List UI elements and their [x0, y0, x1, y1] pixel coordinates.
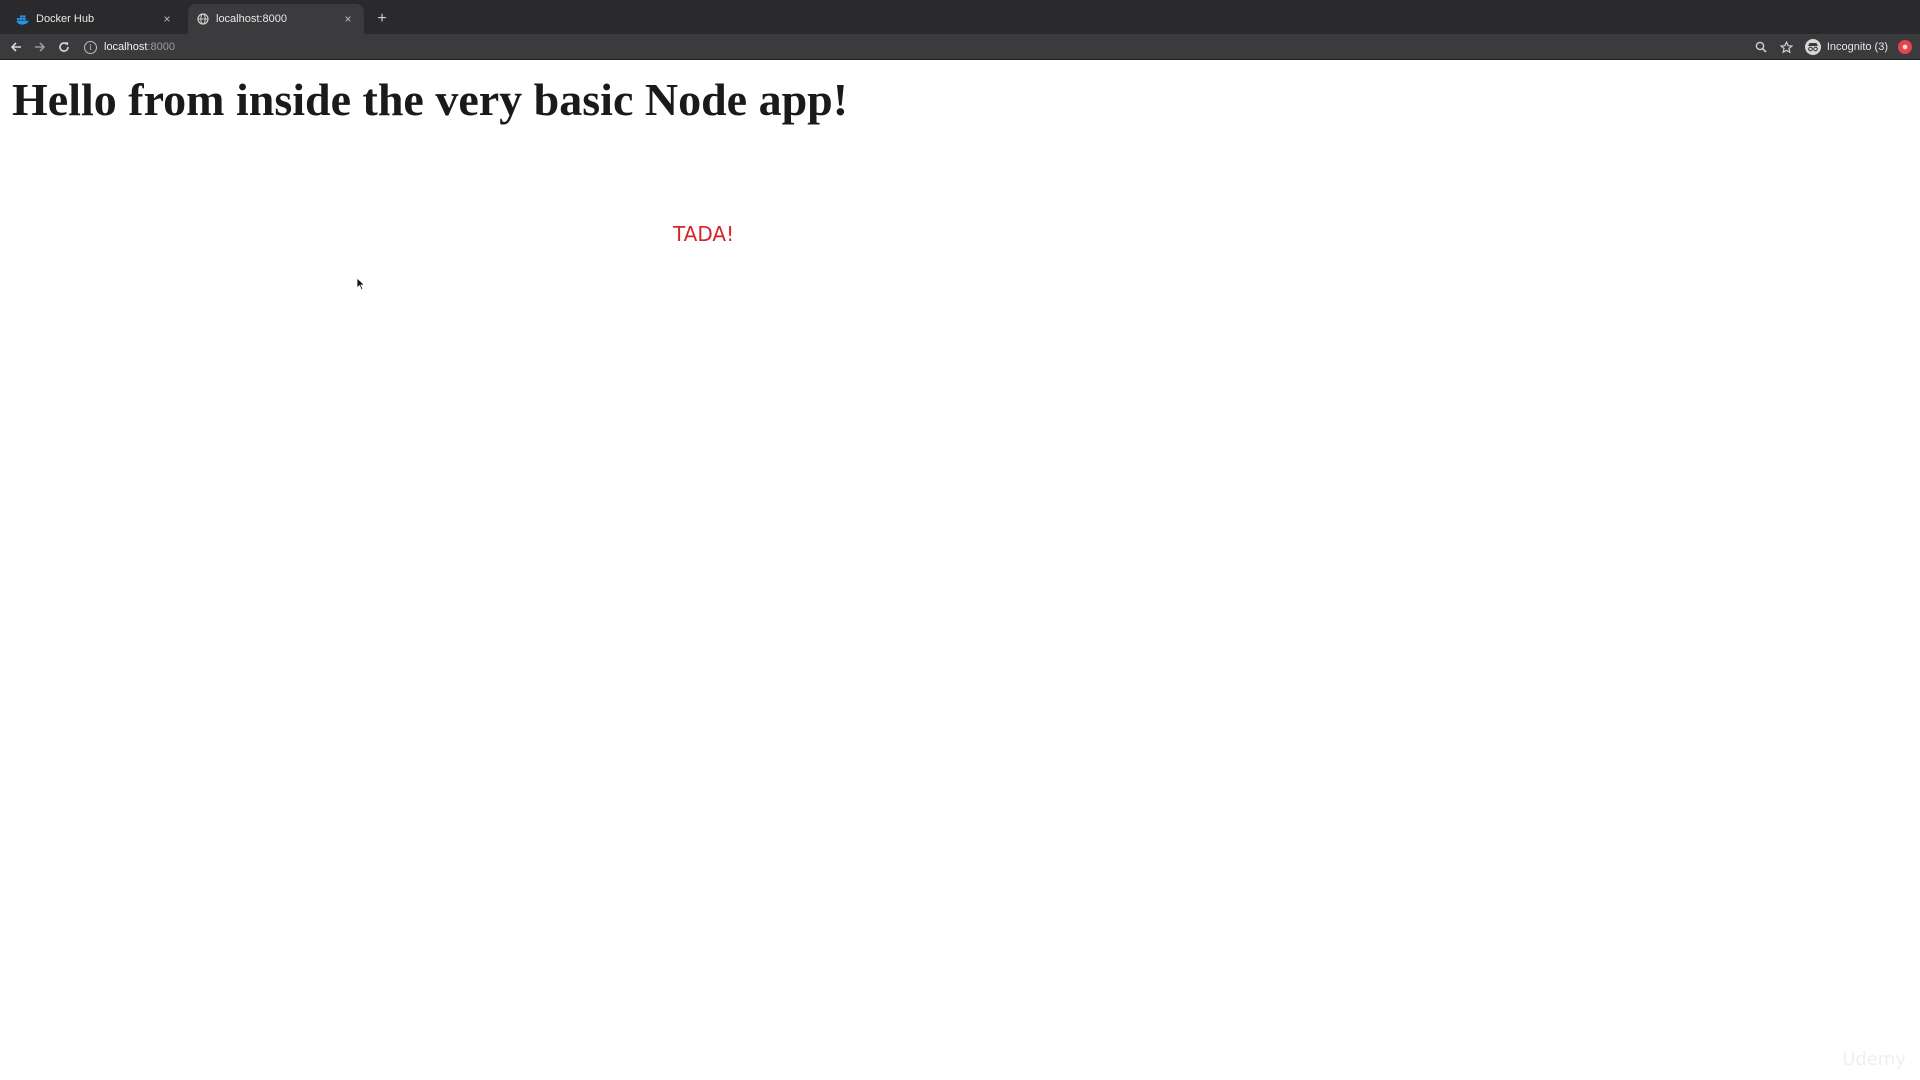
- new-tab-button[interactable]: +: [372, 9, 392, 29]
- close-icon[interactable]: ×: [159, 11, 175, 27]
- mouse-cursor-icon: [356, 277, 366, 291]
- incognito-label: Incognito (3): [1826, 41, 1888, 53]
- udemy-watermark: Udemy: [1842, 1049, 1906, 1070]
- url-host: localhost: [104, 41, 148, 53]
- address-bar[interactable]: i localhost :8000: [84, 37, 175, 57]
- tab-localhost[interactable]: localhost:8000 ×: [188, 4, 364, 34]
- close-icon[interactable]: ×: [340, 11, 356, 27]
- zoom-icon[interactable]: [1753, 39, 1769, 55]
- profile-icon[interactable]: [1898, 40, 1912, 54]
- tada-text: TADA!: [673, 222, 735, 246]
- url-port: :8000: [147, 41, 175, 53]
- browser-tab-strip: Docker Hub × localhost:8000 × +: [0, 0, 1920, 34]
- arrow-left-icon[interactable]: [7, 38, 25, 56]
- reload-icon[interactable]: [55, 38, 73, 56]
- page-title: Hello from inside the very basic Node ap…: [12, 74, 849, 125]
- browser-toolbar: i localhost :8000 Incognito (3): [0, 34, 1920, 60]
- tab-title: localhost:8000: [216, 13, 287, 25]
- docker-icon: [16, 12, 30, 26]
- toolbar-actions: Incognito (3): [1753, 38, 1912, 56]
- tab-docker-hub[interactable]: Docker Hub ×: [8, 4, 183, 34]
- info-icon[interactable]: i: [84, 40, 97, 54]
- page-content: Hello from inside the very basic Node ap…: [0, 61, 1920, 1080]
- incognito-indicator[interactable]: Incognito (3): [1804, 39, 1888, 55]
- arrow-right-icon[interactable]: [31, 38, 49, 56]
- globe-icon: [196, 12, 210, 26]
- tab-title: Docker Hub: [36, 13, 95, 25]
- star-icon[interactable]: [1779, 39, 1795, 55]
- incognito-icon: [1804, 39, 1821, 55]
